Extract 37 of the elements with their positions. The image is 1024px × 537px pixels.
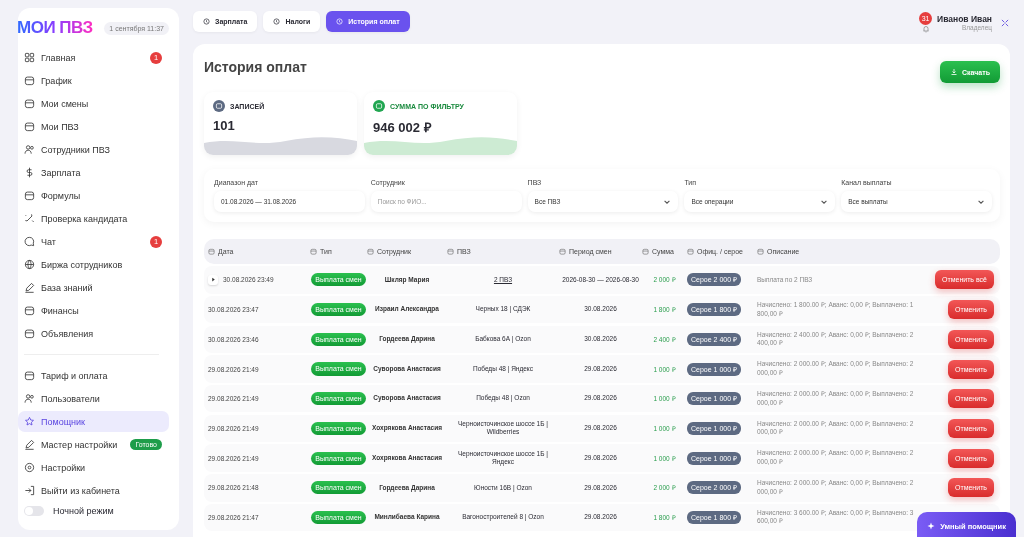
sidebar-item[interactable]: Проверка кандидата <box>18 208 169 229</box>
stat-icon <box>213 100 225 112</box>
sidebar-item[interactable]: Объявления <box>18 323 169 344</box>
user-name: Иванов Иван <box>937 14 992 24</box>
stat-value: 101 <box>213 118 236 133</box>
tab-icon <box>203 18 210 25</box>
sidebar-item[interactable]: Настройки <box>18 457 169 478</box>
settings-icon <box>24 462 35 473</box>
page-title: История оплат <box>204 59 307 75</box>
download-icon <box>950 68 959 76</box>
toggle-switch[interactable] <box>24 506 44 516</box>
sidebar-item[interactable]: Выйти из кабинета <box>18 480 169 501</box>
sidebar-item[interactable]: Мои смены <box>18 93 169 114</box>
stat-icon <box>373 100 385 112</box>
tab-icon <box>336 18 344 25</box>
tab-icon <box>273 18 281 25</box>
sidebar-item[interactable]: Финансы <box>18 300 169 321</box>
expand-button[interactable] <box>208 274 218 285</box>
sidebar-item[interactable]: Пользователи <box>18 388 169 409</box>
stat-value: 946 002 ₽ <box>373 119 433 136</box>
chat-icon <box>24 236 35 247</box>
play-icon <box>210 277 216 283</box>
sidebar-item[interactable]: Формулы <box>18 185 169 206</box>
collapse-icon[interactable] <box>1000 17 1010 28</box>
sidebar-item[interactable]: Помощник <box>18 411 169 432</box>
sidebar-item[interactable]: График <box>18 70 169 91</box>
globe-icon <box>24 259 35 270</box>
dollar-icon <box>24 167 35 178</box>
sidebar-item[interactable]: Мои ПВЗ <box>18 116 169 137</box>
sidebar-item[interactable]: База знаний <box>18 277 169 298</box>
logout-icon <box>24 485 35 496</box>
sidebar-item[interactable]: Сотрудники ПВЗ <box>18 139 169 160</box>
sidebar-item[interactable]: Тариф и оплата <box>18 365 169 386</box>
sidebar-item[interactable]: Биржа сотрудников <box>18 254 169 275</box>
sidebar-item[interactable]: Зарплата <box>18 162 169 183</box>
star-icon <box>24 416 35 427</box>
toggle-label: Ночной режим <box>53 506 114 516</box>
